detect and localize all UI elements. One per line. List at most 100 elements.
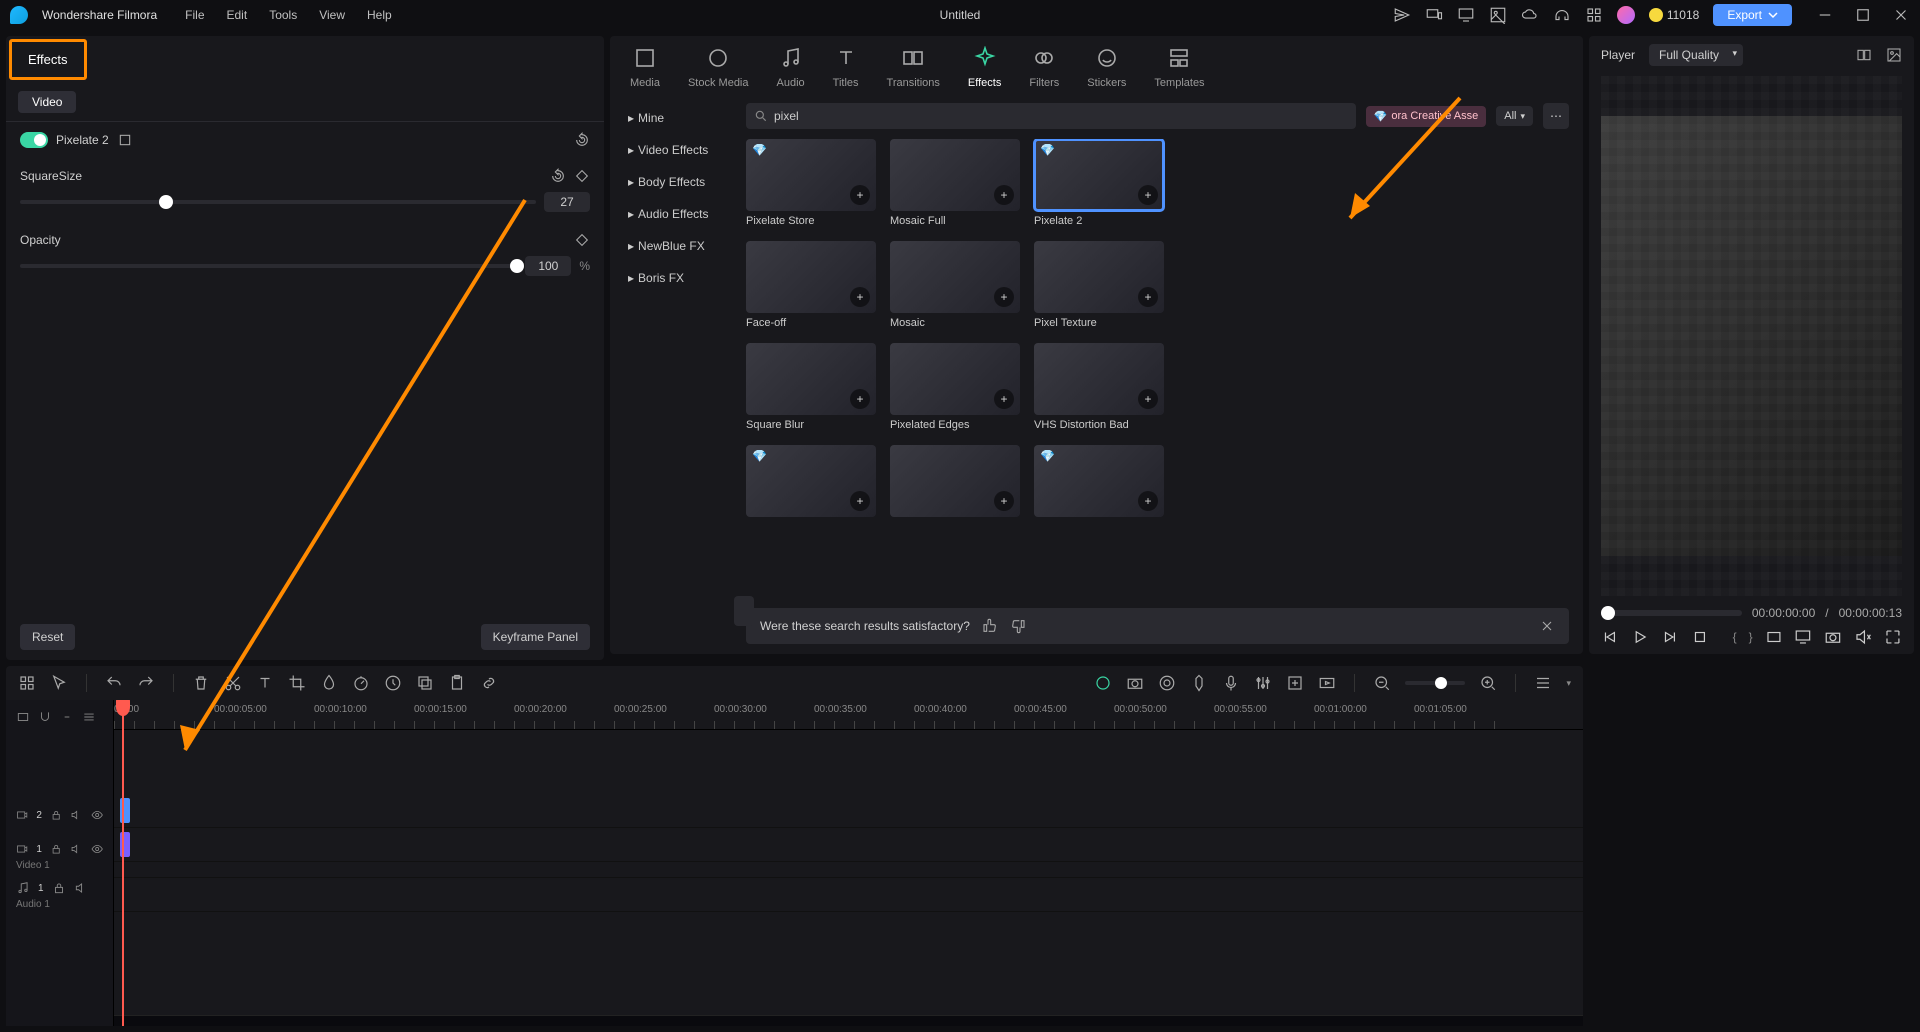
image-icon[interactable] (1489, 6, 1507, 24)
cloud-icon[interactable] (1521, 6, 1539, 24)
add-effect-icon[interactable]: + (1138, 185, 1158, 205)
snapshot-icon[interactable] (1886, 47, 1902, 63)
video-track-2[interactable] (114, 794, 1583, 828)
zoom-in-icon[interactable] (1479, 674, 1497, 692)
mute-track-icon[interactable] (70, 808, 82, 822)
mute-track-icon[interactable] (70, 842, 82, 856)
gallery-thumb[interactable]: + (746, 241, 876, 313)
gallery-item[interactable]: + (890, 445, 1020, 521)
player-label[interactable]: Player (1601, 48, 1635, 62)
linkage-icon[interactable] (60, 710, 74, 724)
maximize-icon[interactable] (1854, 6, 1872, 24)
reset-effect-icon[interactable] (574, 132, 590, 148)
mic-icon[interactable] (1222, 674, 1240, 692)
add-effect-icon[interactable]: + (850, 389, 870, 409)
gallery-item[interactable]: 💎 + Pixelate Store (746, 139, 876, 227)
feedback-close-icon[interactable] (1539, 618, 1555, 634)
tab-templates[interactable]: Templates (1154, 46, 1204, 89)
gallery-thumb[interactable]: 💎 + (746, 139, 876, 211)
gallery-thumb[interactable]: + (746, 343, 876, 415)
gallery-item[interactable]: + Pixelated Edges (890, 343, 1020, 431)
all-filter[interactable]: All▾ (1496, 106, 1533, 126)
chevron-down-icon[interactable]: ▾ (1566, 678, 1571, 689)
prev-frame-icon[interactable] (1601, 628, 1619, 646)
mute-icon[interactable] (1854, 628, 1872, 646)
menu-help[interactable]: Help (367, 8, 392, 22)
sidebar-video-effects[interactable]: ▸Video Effects (618, 135, 734, 165)
zoom-out-icon[interactable] (1373, 674, 1391, 692)
compare-icon[interactable] (1856, 47, 1872, 63)
gallery-item[interactable]: 💎 + Pixelate 2 (1034, 139, 1164, 227)
headphones-icon[interactable] (1553, 6, 1571, 24)
gallery-item[interactable]: + Mosaic Full (890, 139, 1020, 227)
search-field[interactable] (774, 109, 1346, 123)
gallery-thumb[interactable]: + (890, 241, 1020, 313)
video-track-2-head[interactable]: 2 (6, 798, 113, 832)
crop-icon[interactable] (288, 674, 306, 692)
gallery-item[interactable]: + Square Blur (746, 343, 876, 431)
redo-icon[interactable] (137, 674, 155, 692)
minimize-icon[interactable] (1816, 6, 1834, 24)
gallery-item[interactable]: + Mosaic (890, 241, 1020, 329)
tab-filters[interactable]: Filters (1029, 46, 1059, 89)
mixer-icon[interactable] (1254, 674, 1272, 692)
cut-icon[interactable] (224, 674, 242, 692)
marker-icon[interactable] (1190, 674, 1208, 692)
thumbs-up-icon[interactable] (982, 618, 998, 634)
menu-view[interactable]: View (319, 8, 345, 22)
gallery-item[interactable]: 💎 + (1034, 445, 1164, 521)
effect-enable-toggle[interactable] (20, 132, 48, 148)
color-icon[interactable] (320, 674, 338, 692)
close-icon[interactable] (1892, 6, 1910, 24)
gallery-thumb[interactable]: 💎 + (1034, 139, 1164, 211)
zoom-slider[interactable] (1405, 681, 1465, 685)
add-effect-icon[interactable]: + (850, 185, 870, 205)
speed-icon[interactable] (352, 674, 370, 692)
menu-tools[interactable]: Tools (269, 8, 297, 22)
quality-select[interactable]: Full Quality ▾ (1649, 44, 1743, 66)
add-effect-icon[interactable]: + (850, 287, 870, 307)
bracket-out[interactable]: } (1749, 630, 1753, 644)
green-circle-icon[interactable] (1094, 674, 1112, 692)
add-effect-icon[interactable]: + (994, 185, 1014, 205)
tl-copy-icon[interactable] (416, 674, 434, 692)
squaresize-value[interactable]: 27 (544, 192, 590, 212)
eye-icon[interactable] (91, 842, 103, 856)
track-area[interactable]: 00:0000:00:05:0000:00:10:0000:00:15:0000… (114, 700, 1583, 1026)
tl-camera-icon[interactable] (1126, 674, 1144, 692)
display-icon[interactable] (1794, 628, 1812, 646)
squaresize-keyframe-icon[interactable] (574, 168, 590, 184)
gallery-item[interactable]: 💎 + (746, 445, 876, 521)
gallery-thumb[interactable]: + (890, 343, 1020, 415)
playhead[interactable] (122, 700, 124, 1026)
tl-add-media-icon[interactable] (1286, 674, 1304, 692)
tl-grid-icon[interactable] (18, 674, 36, 692)
opacity-slider[interactable] (20, 264, 517, 268)
list-icon[interactable] (1534, 674, 1552, 692)
squaresize-reset-icon[interactable] (550, 168, 566, 184)
magnet-icon[interactable] (38, 710, 52, 724)
tracks-icon[interactable] (82, 710, 96, 724)
add-effect-icon[interactable]: + (1138, 287, 1158, 307)
fullscreen-icon[interactable] (1884, 628, 1902, 646)
search-input[interactable] (746, 103, 1356, 129)
send-icon[interactable] (1393, 6, 1411, 24)
gallery-item[interactable]: + Pixel Texture (1034, 241, 1164, 329)
tab-stickers[interactable]: Stickers (1087, 46, 1126, 89)
reset-button[interactable]: Reset (20, 624, 75, 650)
gallery-item[interactable]: + Face-off (746, 241, 876, 329)
ratio-icon[interactable] (1765, 628, 1783, 646)
undo-icon[interactable] (105, 674, 123, 692)
tl-text-icon[interactable] (256, 674, 274, 692)
sidebar-newblue-fx[interactable]: ▸NewBlue FX (618, 231, 734, 261)
delete-icon[interactable] (192, 674, 210, 692)
opacity-keyframe-icon[interactable] (574, 232, 590, 248)
devices-icon[interactable] (1425, 6, 1443, 24)
menu-file[interactable]: File (185, 8, 204, 22)
record-icon[interactable] (1158, 674, 1176, 692)
more-button[interactable]: ⋯ (1543, 103, 1569, 129)
export-button[interactable]: Export (1713, 4, 1792, 26)
add-effect-icon[interactable]: + (994, 389, 1014, 409)
gallery-thumb[interactable]: + (890, 445, 1020, 517)
next-frame-icon[interactable] (1661, 628, 1679, 646)
